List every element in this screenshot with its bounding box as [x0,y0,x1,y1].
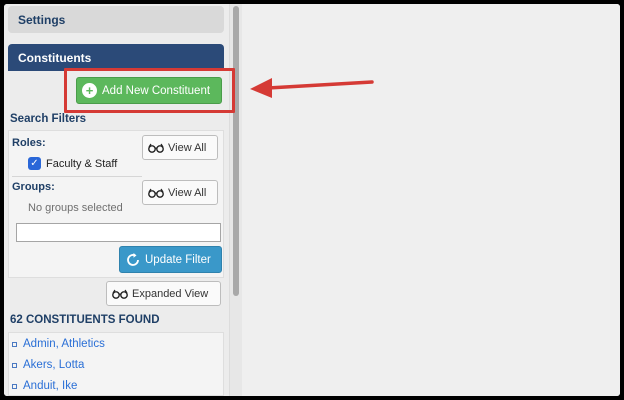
expanded-view-label: Expanded View [132,287,209,300]
bullet-icon [12,383,17,389]
bullet-icon [12,341,17,347]
glasses-icon [148,143,164,153]
groups-view-all-label: View All [168,186,207,199]
app-window: Settings Constituents + Add New Constitu… [4,4,620,396]
roles-view-all-button[interactable]: View All [142,135,218,160]
groups-label: Groups: [12,181,55,193]
constituents-panel-header[interactable]: Constituents [8,44,224,71]
constituent-link[interactable]: Akers, Lotta [23,359,84,371]
expanded-view-button[interactable]: Expanded View [106,281,221,306]
results-count-title: 62 CONSTITUENTS FOUND [10,314,160,326]
faculty-staff-checkbox[interactable]: ✓ [28,157,41,170]
bullet-icon [12,362,17,368]
constituent-link[interactable]: Anduit, Ike [23,380,77,392]
scrollbar-thumb[interactable] [233,6,239,296]
search-filters-title: Search Filters [10,113,87,125]
annotation-highlight-box [64,68,235,113]
list-item[interactable]: Admin, Athletics [12,338,105,350]
constituent-link[interactable]: Admin, Athletics [23,338,105,350]
glasses-icon [148,188,164,198]
faculty-staff-label: Faculty & Staff [46,158,118,170]
update-filter-label: Update Filter [145,253,211,266]
annotation-arrow-icon [250,78,374,98]
groups-view-all-button[interactable]: View All [142,180,218,205]
roles-view-all-label: View All [168,141,207,154]
sidebar: Settings Constituents + Add New Constitu… [4,4,230,396]
no-groups-text: No groups selected [28,202,123,214]
filter-divider [12,176,142,177]
list-item[interactable]: Anduit, Ike [12,380,77,392]
main-content-area [242,4,620,396]
list-item[interactable]: Akers, Lotta [12,359,84,371]
update-filter-button[interactable]: Update Filter [119,246,222,273]
sidebar-scrollbar[interactable] [230,4,242,396]
refresh-icon [127,252,139,266]
settings-panel-header[interactable]: Settings [8,6,224,33]
filter-text-input[interactable] [16,223,221,242]
glasses-icon [112,289,128,299]
roles-label: Roles: [12,137,46,149]
